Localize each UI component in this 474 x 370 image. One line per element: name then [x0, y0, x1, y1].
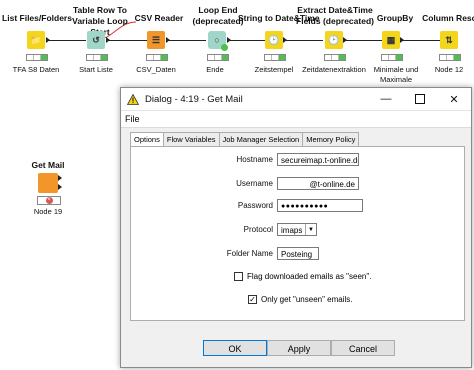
- output-port[interactable]: [227, 37, 231, 43]
- cancel-button[interactable]: Cancel: [331, 340, 395, 356]
- node-label: Start Liste: [79, 65, 113, 74]
- connection: [107, 40, 147, 41]
- apply-button[interactable]: Apply: [267, 340, 331, 356]
- csv-reader-icon[interactable]: ☰: [147, 31, 165, 49]
- get-mail-title: Get Mail: [31, 160, 65, 170]
- warning-badge-icon: [221, 44, 228, 51]
- output-port[interactable]: [58, 184, 62, 190]
- password-field[interactable]: ●●●●●●●●●●: [277, 199, 363, 212]
- protocol-row: Protocol imaps ▼: [191, 223, 317, 236]
- extract-date-icon[interactable]: 🕑: [325, 31, 343, 49]
- node-label: Ende: [206, 65, 224, 74]
- dialog-title: Dialog - 4:19 - Get Mail: [145, 93, 243, 105]
- username-field[interactable]: @t-online.de: [277, 177, 359, 190]
- close-icon[interactable]: ✕: [437, 88, 471, 110]
- node-label: TFA S8 Daten: [12, 65, 60, 74]
- node-status: [146, 54, 168, 61]
- node-status: [207, 54, 229, 61]
- chevron-down-icon: ▼: [305, 224, 316, 235]
- connection: [400, 40, 440, 41]
- connection: [166, 40, 206, 41]
- username-row: Username @t-online.de: [191, 177, 359, 190]
- node-title: CSV Reader: [134, 13, 184, 23]
- output-port[interactable]: [400, 37, 404, 43]
- node-title: Column Reso...: [422, 13, 474, 23]
- column-resorter-icon[interactable]: ⇅: [440, 31, 458, 49]
- ok-button[interactable]: OK: [203, 340, 267, 356]
- hostname-label: Hostname: [236, 155, 273, 164]
- only-unseen-checkbox[interactable]: ✓: [248, 295, 257, 304]
- protocol-select[interactable]: imaps ▼: [277, 223, 317, 236]
- groupby-icon[interactable]: ▦: [382, 31, 400, 49]
- output-port[interactable]: [106, 37, 110, 43]
- output-port[interactable]: [343, 37, 347, 43]
- flag-seen-row[interactable]: Flag downloaded emails as "seen".: [234, 272, 371, 281]
- loop-start-icon[interactable]: ↺: [87, 31, 105, 49]
- output-port[interactable]: [46, 37, 50, 43]
- node-status: [26, 54, 48, 61]
- node-label: Node 12: [434, 65, 464, 74]
- menu-file[interactable]: File: [121, 111, 471, 128]
- get-mail-dialog: Dialog - 4:19 - Get Mail — ✕ File Option…: [120, 87, 472, 368]
- warning-icon: [127, 93, 139, 105]
- maximize-icon[interactable]: [403, 88, 437, 110]
- node-status: [86, 54, 108, 61]
- only-unseen-row[interactable]: ✓ Only get "unseen" emails.: [248, 295, 353, 304]
- connection: [344, 40, 382, 41]
- output-port[interactable]: [283, 37, 287, 43]
- node-title: GroupBy: [376, 13, 414, 23]
- folder-name-label: Folder Name: [226, 249, 273, 258]
- minimize-icon[interactable]: —: [369, 88, 403, 110]
- options-panel: Hostname secureimap.t-online.de Username…: [130, 146, 465, 321]
- protocol-label: Protocol: [243, 225, 273, 234]
- only-unseen-label: Only get "unseen" emails.: [261, 295, 353, 304]
- dialog-titlebar[interactable]: Dialog - 4:19 - Get Mail — ✕: [121, 88, 471, 111]
- node-status: [264, 54, 286, 61]
- flag-seen-checkbox[interactable]: [234, 272, 243, 281]
- node-title: List Files/Folders: [2, 13, 72, 23]
- connection: [283, 40, 323, 41]
- output-port[interactable]: [58, 175, 62, 181]
- node-label: CSV_Daten: [136, 65, 176, 74]
- hostname-field[interactable]: secureimap.t-online.de: [277, 153, 359, 166]
- folder-name-field[interactable]: Posteing: [277, 247, 319, 260]
- node-title: Extract Date&Time Fields (deprecated): [296, 5, 374, 26]
- protocol-value: imaps: [281, 226, 303, 235]
- node-error-status: ×: [37, 196, 61, 205]
- error-icon: ×: [45, 197, 53, 204]
- output-port[interactable]: [166, 37, 170, 43]
- tab-flow-variables[interactable]: Flow Variables: [162, 132, 220, 147]
- node-label: Zeitstempel: [254, 65, 294, 74]
- file-folder-icon[interactable]: 📁: [27, 31, 45, 49]
- get-mail-node-icon[interactable]: [38, 173, 58, 193]
- tab-memory-policy[interactable]: Memory Policy: [302, 132, 360, 147]
- connection: [228, 40, 266, 41]
- node-status: [324, 54, 346, 61]
- date-time-icon[interactable]: 🕑: [265, 31, 283, 49]
- hostname-row: Hostname secureimap.t-online.de: [191, 153, 359, 166]
- password-row: Password ●●●●●●●●●●: [191, 199, 363, 212]
- connection: [46, 40, 86, 41]
- password-label: Password: [237, 201, 273, 210]
- node-label: Node 19: [33, 207, 63, 216]
- node-status: [381, 54, 403, 61]
- flag-seen-label: Flag downloaded emails as "seen".: [247, 272, 372, 281]
- tab-job-manager-selection[interactable]: Job Manager Selection: [218, 132, 304, 147]
- node-status: [439, 54, 461, 61]
- folder-row: Folder Name Posteing: [191, 247, 319, 260]
- username-label: Username: [236, 179, 273, 188]
